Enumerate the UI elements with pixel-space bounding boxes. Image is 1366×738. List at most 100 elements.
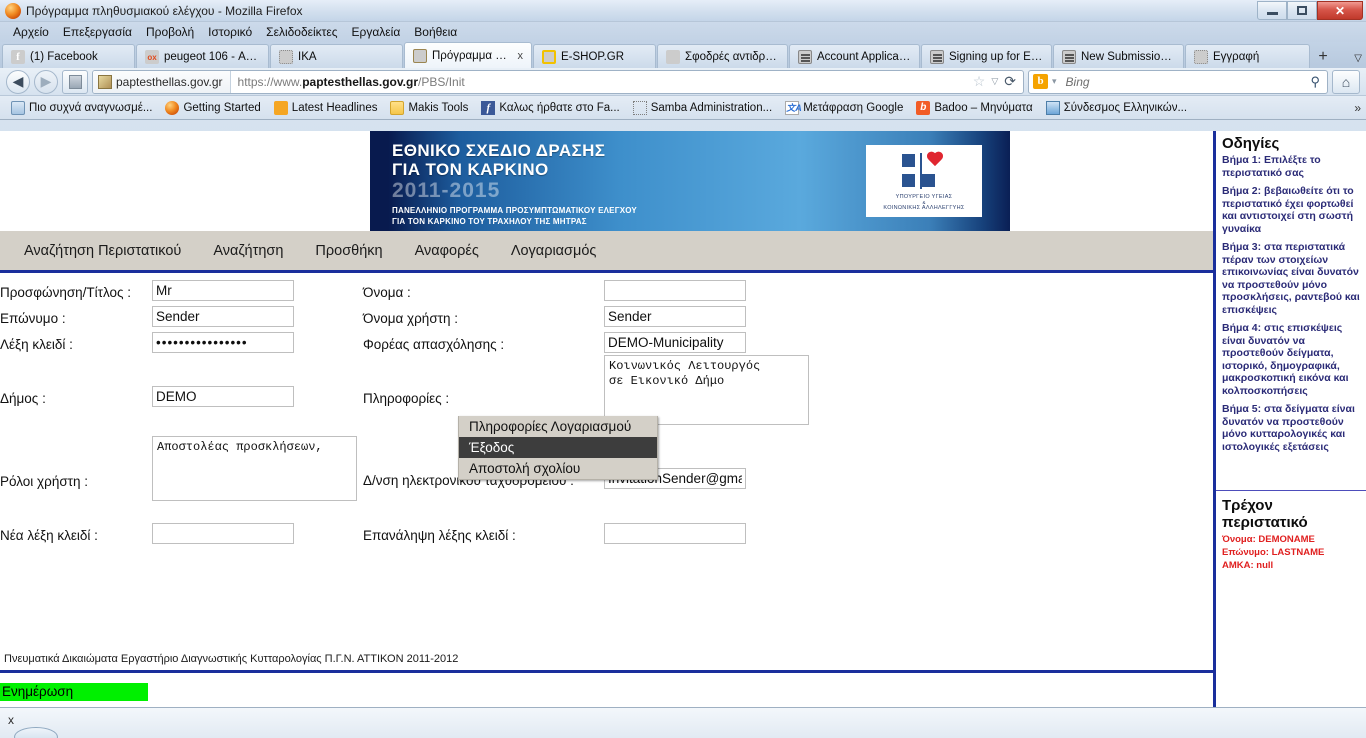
back-button[interactable]: ◀ — [6, 69, 30, 94]
repeatpassword-field[interactable] — [604, 523, 746, 544]
bookmark-label: Getting Started — [183, 101, 261, 114]
search-input-placeholder[interactable]: Bing — [1057, 75, 1090, 89]
menu-item-bookmarks[interactable]: Σελιδοδείκτες — [259, 24, 344, 40]
tab-ika[interactable]: IKA — [270, 44, 403, 68]
home-button[interactable]: ⌂ — [1332, 69, 1360, 94]
ministry-logo: ΥΠΟΥΡΓΕΙΟ ΥΓΕΙΑΣ & ΚΟΙΝΩΝΙΚΗΣ ΑΛΛΗΛΕΓΓΥΗ… — [866, 145, 982, 217]
bookmark-label: Latest Headlines — [291, 101, 378, 114]
app-navigation-bar: Αναζήτηση Περιστατικού Αναζήτηση Προσθήκ… — [0, 231, 1213, 273]
globe-icon — [68, 74, 82, 89]
employer-field[interactable] — [604, 332, 746, 353]
bookmark-syndesmos[interactable]: Σύνδεσμος Ελληνικών... — [1041, 100, 1192, 116]
dropdown-item-logout[interactable]: Έξοδος — [459, 437, 657, 458]
facebook-icon: f — [11, 49, 25, 64]
bookmark-makis-tools[interactable]: Makis Tools — [385, 100, 473, 116]
search-bar[interactable]: b ▾ Bing ⚲ — [1028, 69, 1328, 94]
bookmark-label: Πιο συχνά αναγνωσμέ... — [29, 101, 153, 114]
label-info: Πληροφορίες : — [363, 391, 450, 406]
url-text: https://www.paptesthellas.gov.gr/PBS/Ini… — [231, 75, 465, 89]
site-identity-button[interactable] — [62, 69, 88, 94]
close-icon[interactable]: x — [8, 713, 14, 727]
url-path: /PBS/Init — [418, 74, 465, 89]
label-employer: Φορέας απασχόλησης : — [363, 337, 505, 352]
label-password: Λέξη κλειδί : — [0, 337, 73, 352]
update-button[interactable]: Ενημέρωση — [0, 683, 148, 701]
info-textarea[interactable]: Κοινωνικός Λειτουργός σε Εικονικό Δήμο — [604, 355, 809, 425]
identity-box[interactable]: paptesthellas.gov.gr — [93, 70, 231, 93]
roles-textarea[interactable]: Αποστολέας προσκλήσεων, — [152, 436, 357, 501]
tab-label: peugeot 106 - Αγ... — [164, 50, 260, 63]
title-field[interactable] — [152, 280, 294, 301]
tab-strip: f (1) Facebook ox peugeot 106 - Αγ... IK… — [0, 42, 1366, 68]
menu-item-tools[interactable]: Εργαλεία — [345, 24, 408, 40]
nav-item-add[interactable]: Προσθήκη — [299, 239, 398, 263]
tab-sfodres[interactable]: Σφοδρές αντιδρά... — [657, 44, 788, 68]
nav-item-account[interactable]: Λογαριασμός — [495, 239, 613, 263]
tab-eshop[interactable]: E-SHOP.GR — [533, 44, 656, 68]
bookmark-most-visited[interactable]: Πιο συχνά αναγνωσμέ... — [6, 100, 157, 116]
tab-list-icon[interactable]: ▽ — [1354, 53, 1362, 64]
window-controls: ✕ — [1257, 1, 1363, 20]
label-newpassword: Νέα λέξη κλειδί : — [0, 528, 98, 543]
nav-item-case-search[interactable]: Αναζήτηση Περιστατικού — [8, 239, 197, 263]
tab-account-application[interactable]: Account Applicati... — [789, 44, 920, 68]
nav-item-reports[interactable]: Αναφορές — [399, 239, 495, 263]
instruction-step: Βήμα 5: στα δείγματα είναι δυνατόν να πρ… — [1222, 403, 1355, 453]
menu-item-edit[interactable]: Επεξεργασία — [56, 24, 139, 40]
url-prefix: https://www. — [237, 74, 303, 89]
banner-subtitle-2: ΓΙΑ ΤΟΝ ΚΑΡΚΙΝΟ ΤΟΥ ΤΡΑΧΗΛΟΥ ΤΗΣ ΜΗΤΡΑΣ — [392, 217, 587, 226]
firefox-icon — [165, 100, 180, 115]
address-bar[interactable]: paptesthellas.gov.gr https://www.paptest… — [92, 69, 1024, 94]
minimize-button[interactable] — [1257, 1, 1287, 20]
bookmarks-overflow-icon[interactable]: » — [1354, 101, 1361, 115]
tab-label: Πρόγραμμα π... — [432, 49, 512, 62]
menu-item-file[interactable]: Αρχείο — [6, 24, 56, 40]
bing-icon[interactable]: b — [1033, 74, 1048, 89]
facebook-icon: f — [481, 100, 496, 115]
bookmark-samba[interactable]: Samba Administration... — [628, 100, 777, 116]
tab-close-icon[interactable]: x — [518, 50, 524, 62]
bookmark-label: Samba Administration... — [650, 101, 773, 114]
dropdown-item-account-info[interactable]: Πληροφορίες Λογαριασμού — [459, 416, 657, 437]
search-icon[interactable]: ⚲ — [1310, 74, 1320, 90]
label-firstname: Όνομα : — [363, 285, 411, 300]
password-field[interactable] — [152, 332, 294, 353]
menu-item-history[interactable]: Ιστορικό — [201, 24, 259, 40]
reload-icon[interactable]: ⟳ — [1004, 73, 1016, 90]
firstname-field[interactable] — [604, 280, 746, 301]
instructions-block: Οδηγίες Βήμα 1: Επιλέξτε το περιστατικό … — [1216, 131, 1366, 465]
lastname-field[interactable] — [152, 306, 294, 327]
menu-item-help[interactable]: Βοήθεια — [407, 24, 464, 40]
tab-signing-up[interactable]: Signing up for Eas... — [921, 44, 1052, 68]
tab-facebook[interactable]: f (1) Facebook — [2, 44, 135, 68]
window-title: Πρόγραμμα πληθυσμιακού ελέγχου - Mozilla… — [26, 3, 303, 18]
menu-item-view[interactable]: Προβολή — [139, 24, 201, 40]
bookmark-getting-started[interactable]: Getting Started — [160, 100, 265, 116]
bookmark-star-icon[interactable]: ☆ — [973, 73, 986, 90]
tab-new-submission[interactable]: New Submission f... — [1053, 44, 1184, 68]
bookmark-google-translate[interactable]: 文A Μετάφραση Google — [780, 100, 908, 116]
tab-eggrafi[interactable]: Εγγραφή — [1185, 44, 1310, 68]
municipality-field[interactable] — [152, 386, 294, 407]
maximize-button[interactable] — [1287, 1, 1317, 20]
bookmark-facebook[interactable]: f Καλως ήρθατε στο Fa... — [476, 100, 624, 116]
current-case-heading: Τρέχον περιστατικό — [1222, 497, 1308, 531]
new-tab-button[interactable]: + — [1311, 46, 1335, 68]
bookmark-latest-headlines[interactable]: Latest Headlines — [269, 100, 383, 116]
dropdown-item-feedback[interactable]: Αποστολή σχολίου — [459, 458, 657, 479]
url-domain: paptesthellas.gov.gr — [302, 74, 419, 89]
bookmark-badoo[interactable]: b Badoo – Μηνύματα — [911, 100, 1037, 116]
menu-bar: Αρχείο Επεξεργασία Προβολή Ιστορικό Σελι… — [0, 22, 1366, 42]
instruction-step: Βήμα 3: στα περιστατικά πέραν των στοιχε… — [1222, 241, 1360, 316]
close-button[interactable]: ✕ — [1317, 1, 1363, 20]
nav-item-search[interactable]: Αναζήτηση — [197, 239, 299, 263]
username-field[interactable] — [604, 306, 746, 327]
tab-label: Σφοδρές αντιδρά... — [685, 50, 779, 63]
download-bubble-icon — [14, 727, 58, 738]
forward-button[interactable]: ▶ — [34, 69, 58, 94]
bookmark-label: Καλως ήρθατε στο Fa... — [499, 101, 620, 114]
newpassword-field[interactable] — [152, 523, 294, 544]
tab-peugeot[interactable]: ox peugeot 106 - Αγ... — [136, 44, 269, 68]
chevron-down-icon[interactable]: ▽ — [991, 76, 998, 87]
tab-programma-active[interactable]: Πρόγραμμα π... x — [404, 42, 532, 68]
